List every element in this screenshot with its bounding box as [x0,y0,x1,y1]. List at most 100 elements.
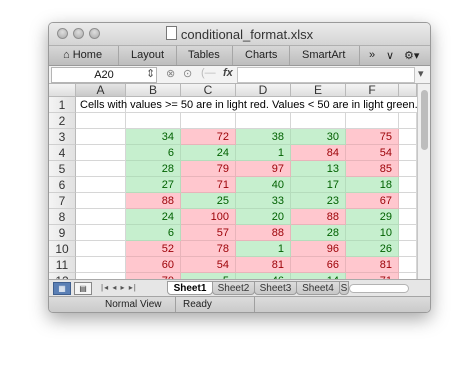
empty-cell[interactable] [399,257,417,273]
column-header-e[interactable]: E [291,84,346,97]
data-cell[interactable]: 29 [346,209,399,225]
row-header-10[interactable]: 10 [49,241,76,257]
empty-cell[interactable] [236,113,291,129]
tab-smartart[interactable]: SmartArt [302,49,345,61]
data-cell[interactable]: 71 [181,177,236,193]
vertical-scroll-thumb[interactable] [421,90,428,150]
empty-cell[interactable] [181,113,236,129]
data-cell[interactable]: 10 [346,225,399,241]
tab-charts[interactable]: Charts [245,49,277,61]
expand-formula-icon[interactable]: ▾ [418,67,424,80]
empty-cell[interactable] [76,193,126,209]
row-header-4[interactable]: 4 [49,145,76,161]
empty-cell[interactable] [399,241,417,257]
data-cell[interactable]: 96 [291,241,346,257]
data-cell[interactable]: 72 [181,129,236,145]
data-cell[interactable]: 79 [181,161,236,177]
empty-cell[interactable] [76,177,126,193]
data-cell[interactable]: 60 [126,257,181,273]
data-cell[interactable]: 81 [236,257,291,273]
empty-cell[interactable] [76,129,126,145]
data-cell[interactable]: 85 [346,161,399,177]
data-cell[interactable]: 6 [126,225,181,241]
data-cell[interactable]: 81 [346,257,399,273]
data-cell[interactable]: 13 [291,161,346,177]
gear-icon[interactable]: ⚙▾ [404,49,419,62]
empty-cell[interactable] [76,113,126,129]
empty-cell[interactable] [399,209,417,225]
row-header-9[interactable]: 9 [49,225,76,241]
vertical-scrollbar[interactable] [417,84,430,302]
row-header-3[interactable]: 3 [49,129,76,145]
data-cell[interactable]: 26 [346,241,399,257]
column-header-d[interactable]: D [236,84,291,97]
data-cell[interactable]: 17 [291,177,346,193]
data-cell[interactable]: 52 [126,241,181,257]
tab-home[interactable]: ⌂ Home [63,49,102,61]
fx-icon[interactable]: fx [223,67,233,79]
row-header-1[interactable]: 1 [49,97,76,113]
empty-cell[interactable] [76,225,126,241]
empty-cell[interactable] [126,113,181,129]
empty-cell[interactable] [76,145,126,161]
row-header-6[interactable]: 6 [49,177,76,193]
data-cell[interactable]: 66 [291,257,346,273]
data-cell[interactable]: 1 [236,241,291,257]
sheet-tab-sheet2[interactable]: Sheet2 [212,281,255,295]
column-header-b[interactable]: B [126,84,181,97]
data-cell[interactable]: 88 [291,209,346,225]
data-cell[interactable]: 57 [181,225,236,241]
data-cell[interactable]: 78 [181,241,236,257]
sheet-tab-sheet3[interactable]: Sheet3 [254,281,297,295]
page-layout-view-button[interactable]: ▤ [74,282,92,295]
data-cell[interactable]: 23 [291,193,346,209]
select-all-corner[interactable] [49,84,76,97]
data-cell[interactable]: 38 [236,129,291,145]
empty-cell[interactable] [399,129,417,145]
empty-cell[interactable] [76,161,126,177]
empty-cell[interactable] [291,113,346,129]
row-header-8[interactable]: 8 [49,209,76,225]
normal-view-button[interactable]: ▦ [53,282,71,295]
data-cell[interactable]: 1 [236,145,291,161]
tab-tables[interactable]: Tables [188,49,220,61]
data-cell[interactable]: 28 [126,161,181,177]
empty-cell[interactable] [76,241,126,257]
data-cell[interactable]: 100 [181,209,236,225]
column-header-f[interactable]: F [346,84,399,97]
data-cell[interactable]: 24 [126,209,181,225]
column-header-a[interactable]: A [76,84,126,97]
data-cell[interactable]: 88 [126,193,181,209]
sheet-tab-sheet1[interactable]: Sheet1 [167,281,213,295]
empty-cell[interactable] [346,113,399,129]
data-cell[interactable]: 27 [126,177,181,193]
name-box-stepper-icon[interactable]: ⇕ [146,67,155,80]
data-cell[interactable]: 75 [346,129,399,145]
data-cell[interactable]: 34 [126,129,181,145]
tab-layout[interactable]: Layout [131,49,164,61]
data-cell[interactable]: 40 [236,177,291,193]
column-header-c[interactable]: C [181,84,236,97]
data-cell[interactable]: 30 [291,129,346,145]
confirm-icon[interactable]: ⊙ [183,67,192,80]
row-header-11[interactable]: 11 [49,257,76,273]
empty-cell[interactable] [399,161,417,177]
data-cell[interactable]: 33 [236,193,291,209]
sheet-tab-sheet4[interactable]: Sheet4 [296,281,340,295]
data-cell[interactable]: 6 [126,145,181,161]
data-cell[interactable]: 54 [181,257,236,273]
function-wizard-icon[interactable]: (— [201,67,216,79]
data-cell[interactable]: 84 [291,145,346,161]
formula-input[interactable] [237,67,415,83]
data-cell[interactable]: 24 [181,145,236,161]
empty-cell[interactable] [76,257,126,273]
row-header-2[interactable]: 2 [49,113,76,129]
empty-cell[interactable] [399,177,417,193]
data-cell[interactable]: 88 [236,225,291,241]
cancel-icon[interactable]: ⊗ [166,67,175,80]
data-cell[interactable]: 54 [346,145,399,161]
empty-cell[interactable] [399,113,417,129]
data-cell[interactable]: 25 [181,193,236,209]
data-cell[interactable]: 18 [346,177,399,193]
column-header-g[interactable] [399,84,417,97]
